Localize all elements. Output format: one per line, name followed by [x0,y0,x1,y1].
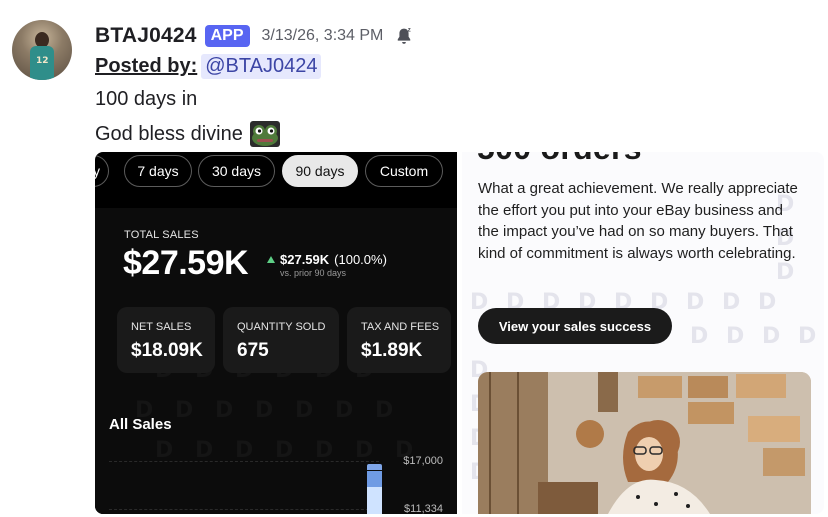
metric-label: QUANTITY SOLD [237,321,326,333]
sales-dashboard-image[interactable]: y 7 days 30 days 90 days Custom D D D D … [95,152,457,514]
watermark-logo-icon: D [255,398,274,423]
watermark-logo-icon: D [195,438,214,463]
watermark-logo-icon: D [355,438,374,463]
watermark-logo-icon: D [295,398,314,423]
metric-label: TAX AND FEES [361,321,440,333]
watermark-logo-icon: D [315,438,334,463]
message-header: BTAJ0424 APP 3/13/26, 3:34 PM z [95,22,415,50]
watermark-logo-icon: D [758,290,777,315]
sales-bar-segment [367,471,382,487]
promo-title: 500 orders [477,152,642,167]
watermark-logo-icon: D [335,398,354,423]
y-axis-tick: $17,000 [403,455,443,467]
tab-90-days-label: 90 days [295,163,345,179]
posted-by-line: Posted by: @BTAJ0424 [95,54,322,79]
frog-emoji-icon [249,121,280,147]
tab-30-days-label: 30 days [211,163,262,179]
tab-custom-label: Custom [379,163,429,179]
metric-card-quantity-sold[interactable]: QUANTITY SOLD 675 [223,307,339,373]
tab-7-days-label: 7 days [137,163,179,179]
watermark-logo-icon: D [215,398,234,423]
y-axis-tick: $11,334 [404,503,443,514]
delta-comparison: vs. prior 90 days [280,268,347,278]
chart-gridline [109,461,379,462]
trend-up-icon [267,256,275,263]
sales-bar-cap [367,464,382,470]
watermark-logo-icon: D [686,290,705,315]
total-sales-value: $27.59K [123,244,249,282]
app-badge: APP [204,25,250,47]
tab-partial-label: y [95,163,100,179]
view-sales-success-button[interactable]: View your sales success [478,308,672,344]
tab-7-days[interactable]: 7 days [124,155,192,187]
promo-photo [478,372,811,514]
tab-90-days[interactable]: 90 days [282,155,358,187]
svg-text:z: z [408,26,411,33]
sales-bar-segment [367,487,382,514]
posted-by-label: Posted by: [95,55,198,77]
watermark-logo-icon: D [726,324,745,349]
message-line-2: God bless divine [95,122,243,145]
metric-card-tax-and-fees[interactable]: TAX AND FEES $1.89K [347,307,451,373]
watermark-logo-icon: D [798,324,817,349]
watermark-logo-icon: D [155,438,174,463]
all-sales-heading: All Sales [109,416,172,433]
tab-30-days[interactable]: 30 days [198,155,275,187]
timestamp[interactable]: 3/13/26, 3:34 PM [262,27,384,45]
total-sales-label: TOTAL SALES [124,229,199,241]
user-mention[interactable]: @BTAJ0424 [201,54,322,79]
chart-gridline [109,509,379,510]
metric-value: $18.09K [131,340,203,361]
watermark-logo-icon: D [690,324,709,349]
delta-value: $27.59K [280,252,330,267]
metric-value: 675 [237,340,269,361]
metric-label: NET SALES [131,321,192,333]
woman-with-boxes-illustration [478,372,811,514]
metric-card-net-sales[interactable]: NET SALES $18.09K [117,307,215,373]
message-line-1: 100 days in [95,88,198,110]
sales-bar[interactable] [367,464,382,514]
total-sales-delta: $27.59K (100.0%) [267,252,387,267]
tab-custom[interactable]: Custom [365,155,443,187]
username[interactable]: BTAJ0424 [95,24,197,48]
message-line-2-row: God bless divine [95,120,281,148]
watermark-logo-icon: D [375,398,394,423]
promo-email-image[interactable]: D D D D D D D D D D D D D D D D D D D D … [462,152,824,514]
tab-partial[interactable]: y [95,155,109,187]
avatar[interactable]: 12 [12,20,72,80]
watermark-logo-icon: D [275,438,294,463]
watermark-logo-icon: D [175,398,194,423]
snooze-bell-icon: z [398,26,411,44]
avatar-jersey-number: 12 [36,56,49,66]
promo-body: What a great achievement. We really appr… [478,180,798,262]
time-range-tabs: y 7 days 30 days 90 days Custom [95,155,457,191]
delta-percent: (100.0%) [334,252,387,267]
watermark-logo-icon: D [762,324,781,349]
watermark-logo-icon: D [722,290,741,315]
metric-value: $1.89K [361,340,423,361]
watermark-logo-icon: D [235,438,254,463]
